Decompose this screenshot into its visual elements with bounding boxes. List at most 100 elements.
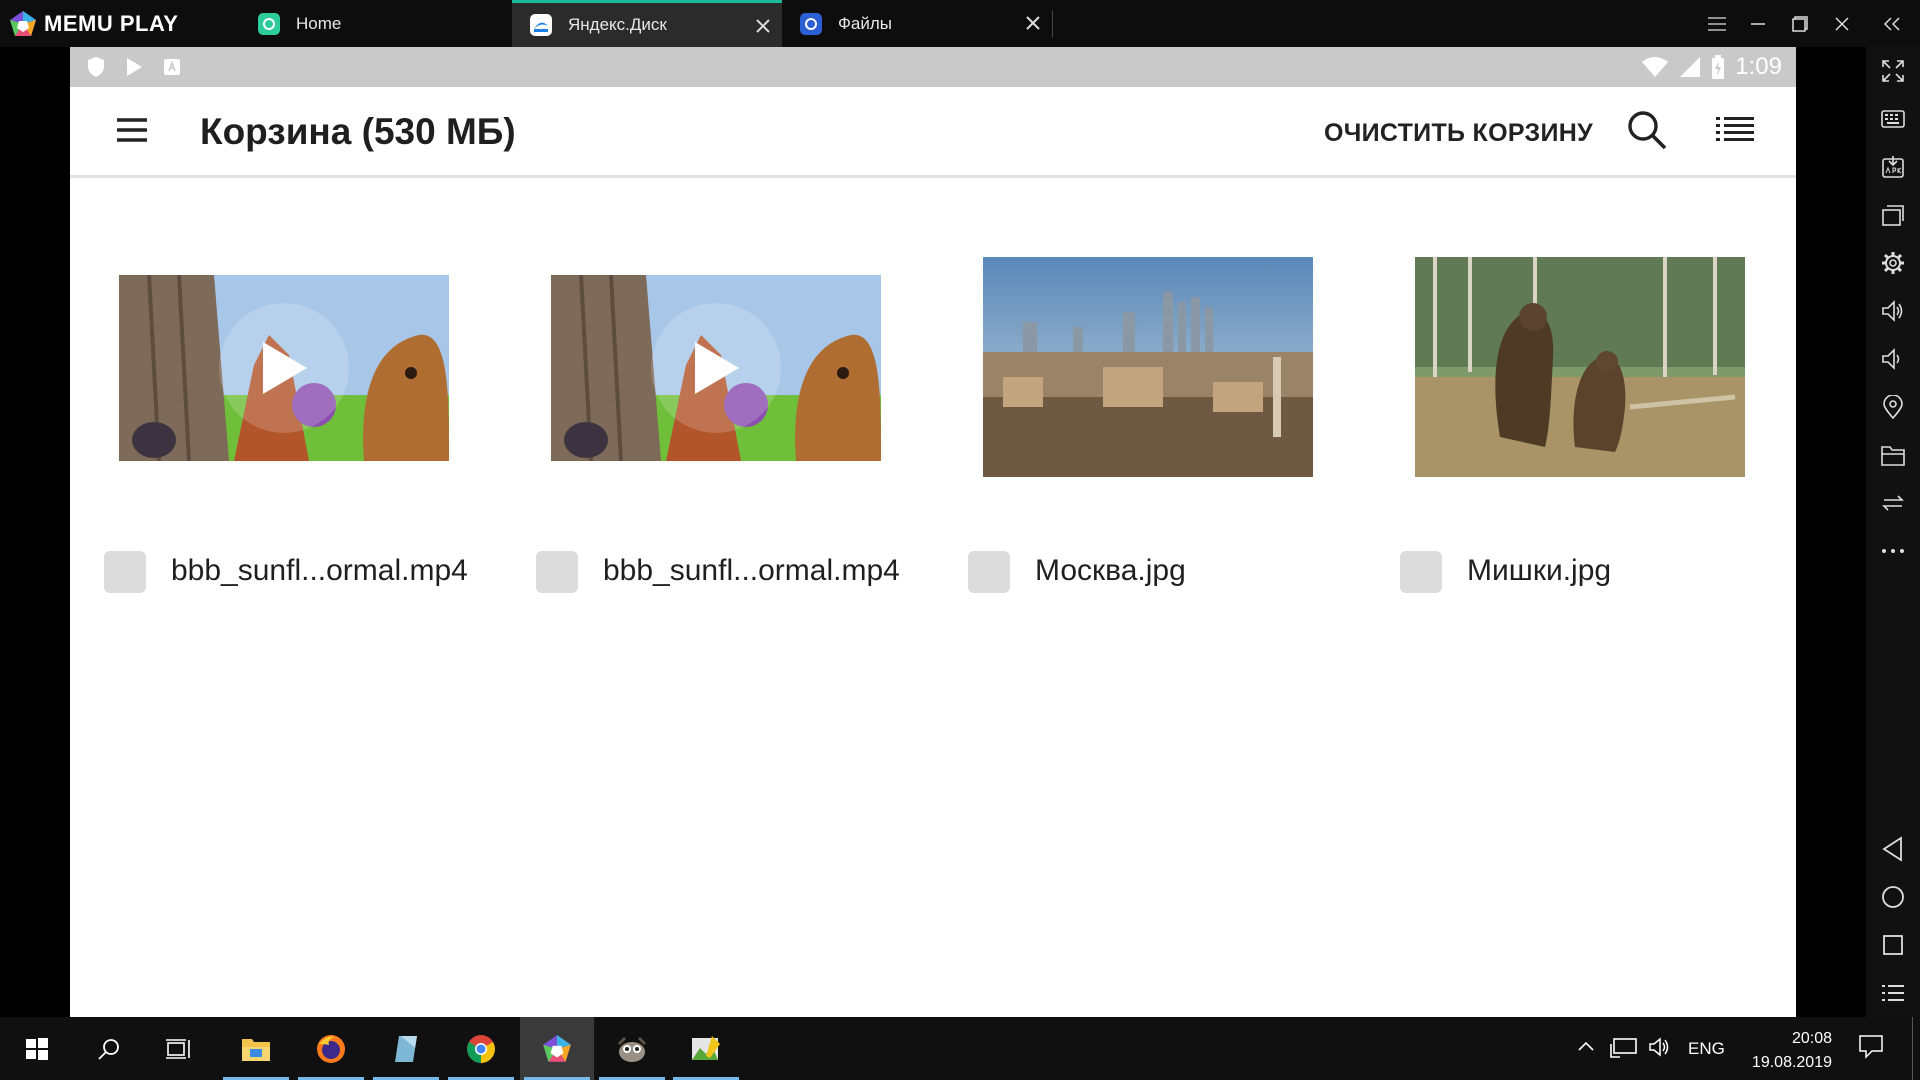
tab-close-button[interactable]	[752, 15, 774, 37]
network-button[interactable]	[1610, 1036, 1638, 1063]
home-circle-icon	[1882, 886, 1904, 908]
show-desktop-button[interactable]	[1912, 1017, 1920, 1080]
task-view-icon	[166, 1038, 190, 1059]
select-checkbox[interactable]	[536, 551, 578, 593]
more-dots-icon	[1882, 549, 1904, 553]
taskbar-memu-play[interactable]	[520, 1017, 594, 1080]
windows-stack-icon	[1882, 205, 1904, 226]
gimp-icon	[617, 1036, 647, 1062]
back-triangle-icon	[1882, 836, 1902, 862]
menu-button[interactable]	[1703, 10, 1731, 38]
location-pin-icon	[1883, 395, 1903, 419]
volume-up-icon	[1882, 300, 1903, 322]
tab-files[interactable]: Файлы	[782, 0, 1052, 47]
file-name: Мишки.jpg	[1467, 554, 1612, 587]
minimize-button[interactable]	[1744, 10, 1772, 38]
taskbar-file-explorer[interactable]	[219, 1017, 293, 1080]
location-button[interactable]	[1879, 393, 1907, 421]
multi-instance-button[interactable]	[1879, 201, 1907, 229]
file-item[interactable]: bbb_sunfl...ormal.mp4	[502, 178, 934, 628]
keyboard-icon	[1881, 110, 1905, 128]
tab-home[interactable]: Home	[258, 0, 512, 47]
show-hidden-icons-button[interactable]	[1577, 1037, 1595, 1057]
title-bar: MEMU PLAY Home Яндекс.Диск Файлы	[0, 0, 1920, 47]
select-checkbox[interactable]	[1400, 551, 1442, 593]
view-mode-button[interactable]	[1715, 113, 1755, 145]
memu-home-icon	[258, 12, 280, 35]
memu-emulator-window: MEMU PLAY Home Яндекс.Диск Файлы 1:09 Ко…	[0, 0, 1920, 1080]
android-home-button[interactable]	[1879, 883, 1907, 911]
firefox-icon	[317, 1034, 345, 1063]
drawer-button[interactable]	[116, 116, 148, 144]
empty-trash-button[interactable]: ОЧИСТИТЬ КОРЗИНУ	[1324, 119, 1593, 148]
notification-icon	[1859, 1035, 1883, 1059]
keyboard-mapping-button[interactable]	[1879, 105, 1907, 133]
video-thumbnail[interactable]	[551, 275, 881, 461]
close-window-button[interactable]	[1828, 10, 1856, 38]
menu-list-button[interactable]	[1879, 979, 1907, 1007]
list-view-icon	[1716, 117, 1754, 141]
rotate-screen-button[interactable]	[1879, 489, 1907, 517]
collapse-sidebar-button[interactable]	[1878, 10, 1906, 38]
play-button[interactable]	[219, 303, 349, 433]
taskbar-firefox[interactable]	[294, 1017, 368, 1080]
tab-label: Файлы	[838, 13, 893, 33]
volume-button[interactable]	[1648, 1036, 1672, 1063]
menu-icon	[1708, 17, 1726, 31]
search-icon	[98, 1038, 119, 1060]
android-recents-button[interactable]	[1879, 931, 1907, 959]
file-name: bbb_sunfl...ormal.mp4	[603, 554, 900, 587]
fullscreen-button[interactable]	[1879, 57, 1907, 85]
install-apk-button[interactable]	[1879, 153, 1907, 181]
search-button[interactable]	[1626, 109, 1668, 151]
android-back-button[interactable]	[1879, 835, 1907, 863]
wifi-icon	[1642, 57, 1669, 77]
search-icon	[1628, 111, 1667, 150]
close-icon	[1026, 16, 1040, 30]
play-button[interactable]	[651, 303, 781, 433]
video-thumbnail[interactable]	[119, 275, 449, 461]
battery-icon	[1712, 55, 1725, 79]
play-icon	[263, 342, 307, 394]
search-button[interactable]	[72, 1017, 146, 1080]
tab-yandex-disk[interactable]: Яндекс.Диск	[512, 0, 782, 47]
clock-date: 19.08.2019	[1751, 1054, 1832, 1071]
windows-taskbar: ENG 20:08 19.08.2019	[0, 1017, 1920, 1080]
volume-up-button[interactable]	[1879, 297, 1907, 325]
more-button[interactable]	[1879, 537, 1907, 565]
tab-close-button[interactable]	[1022, 12, 1044, 34]
minimize-icon	[1751, 23, 1765, 25]
photo-thumbnail[interactable]	[983, 257, 1313, 477]
file-item[interactable]: Москва.jpg	[934, 178, 1366, 628]
memu-logo-icon	[543, 1034, 571, 1062]
app-bar: Корзина (530 МБ) ОЧИСТИТЬ КОРЗИНУ	[70, 87, 1796, 178]
yandex-disk-icon	[530, 14, 552, 36]
task-view-button[interactable]	[142, 1017, 216, 1080]
input-language-button[interactable]: ENG	[1688, 1039, 1725, 1059]
start-button[interactable]	[0, 1017, 74, 1080]
bears-image	[1415, 257, 1745, 477]
maximize-button[interactable]	[1786, 10, 1814, 38]
file-item[interactable]: Мишки.jpg	[1366, 178, 1796, 628]
taskbar-gimp[interactable]	[595, 1017, 669, 1080]
file-name: bbb_sunfl...ormal.mp4	[171, 554, 468, 587]
fullscreen-icon	[1882, 60, 1904, 82]
taskbar-chrome[interactable]	[444, 1017, 518, 1080]
file-item[interactable]: bbb_sunfl...ormal.mp4	[70, 178, 502, 628]
shared-folder-button[interactable]	[1879, 441, 1907, 469]
volume-down-button[interactable]	[1879, 345, 1907, 373]
taskbar-image-editor[interactable]	[669, 1017, 743, 1080]
taskbar-notes-app[interactable]	[369, 1017, 443, 1080]
chrome-icon	[467, 1034, 495, 1063]
select-checkbox[interactable]	[104, 551, 146, 593]
photo-thumbnail[interactable]	[1415, 257, 1745, 477]
settings-button[interactable]	[1879, 249, 1907, 277]
image-editor-icon	[692, 1035, 720, 1060]
action-center-button[interactable]	[1858, 1033, 1884, 1064]
hamburger-menu-icon	[117, 118, 147, 142]
windows-logo-icon	[26, 1037, 48, 1060]
taskbar-clock[interactable]: 20:08 19.08.2019	[1736, 1027, 1832, 1075]
select-checkbox[interactable]	[968, 551, 1010, 593]
android-status-bar: 1:09	[70, 47, 1796, 87]
rotate-icon	[1882, 495, 1904, 511]
